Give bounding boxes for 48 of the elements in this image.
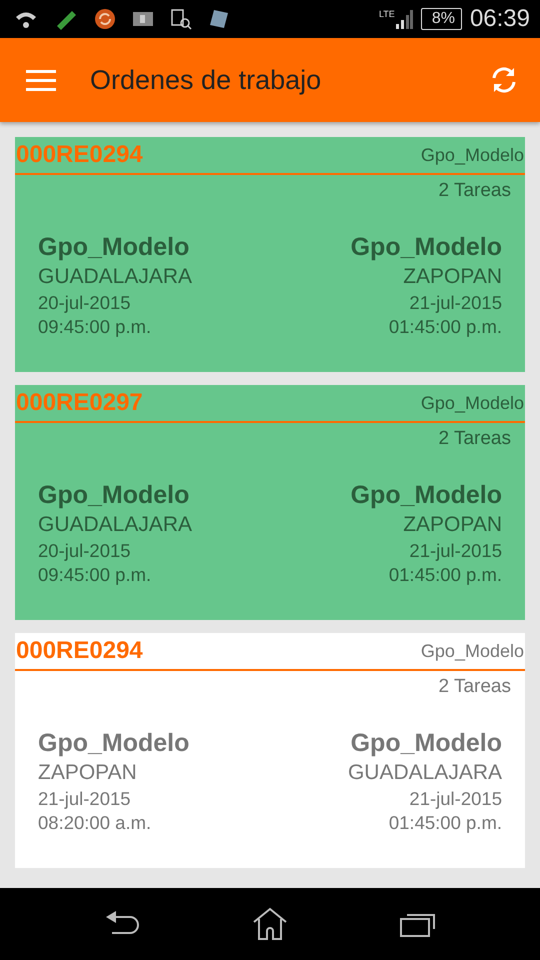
- destination-city: ZAPOPAN: [402, 264, 502, 290]
- origin-city: GUADALAJARA: [38, 512, 192, 538]
- destination-time: 01:45:00 p.m.: [388, 810, 502, 835]
- order-code: 000RE0294: [16, 143, 143, 167]
- destination-name: Gpo_Modelo: [350, 728, 502, 758]
- group-name: Gpo_Modelo: [420, 392, 524, 415]
- origin-time: 08:20:00 a.m.: [38, 810, 152, 835]
- sync-icon: [94, 8, 116, 30]
- origin-date: 20-jul-2015: [38, 290, 132, 315]
- task-count: 2 Tareas: [437, 427, 512, 451]
- recent-apps-icon[interactable]: [400, 911, 436, 937]
- order-card[interactable]: 000RE0297 Gpo_Modelo 2 Tareas Gpo_Modelo GUADALAJARA 20-jul-2015 09:45:00 p.m. Gpo_Modelo ZAPOPAN 21-jul-2015 01:45:00 p.m.: [15, 385, 525, 620]
- signal-icon: [394, 8, 413, 30]
- destination-date: 21-jul-2015: [408, 538, 502, 563]
- network-type: LTE: [378, 8, 395, 21]
- task-count: 2 Tareas: [437, 179, 512, 203]
- refresh-icon[interactable]: [490, 66, 518, 94]
- destination-city: GUADALAJARA: [348, 760, 502, 786]
- origin-time: 09:45:00 p.m.: [38, 562, 152, 587]
- order-card[interactable]: 000RE0294 Gpo_Modelo 2 Tareas Gpo_Modelo ZAPOPAN 21-jul-2015 08:20:00 a.m. Gpo_Modelo GUADALAJARA 21-jul-2015 01:45:00 p.m.: [15, 633, 525, 868]
- screen-title: Ordenes de trabajo: [90, 64, 322, 97]
- destination-name: Gpo_Modelo: [350, 232, 502, 262]
- origin-city: GUADALAJARA: [38, 264, 192, 290]
- device-search-icon: [170, 8, 192, 30]
- destination-city: ZAPOPAN: [402, 512, 502, 538]
- destination-name: Gpo_Modelo: [350, 480, 502, 510]
- origin-time: 09:45:00 p.m.: [38, 314, 152, 339]
- group-name: Gpo_Modelo: [420, 144, 524, 167]
- home-icon[interactable]: [252, 907, 288, 941]
- destination-time: 01:45:00 p.m.: [388, 314, 502, 339]
- destination-time: 01:45:00 p.m.: [388, 562, 502, 587]
- order-code: 000RE0297: [16, 391, 143, 415]
- battery-level: 8%: [420, 8, 462, 30]
- order-card[interactable]: 000RE0294 Gpo_Modelo 2 Tareas Gpo_Modelo GUADALAJARA 20-jul-2015 09:45:00 p.m. Gpo_Modelo ZAPOPAN 21-jul-2015 01:45:00 p.m.: [15, 137, 525, 372]
- group-name: Gpo_Modelo: [420, 640, 524, 663]
- destination-date: 21-jul-2015: [408, 290, 502, 315]
- origin-date: 21-jul-2015: [38, 786, 132, 811]
- order-code: 000RE0294: [16, 639, 143, 663]
- task-count: 2 Tareas: [437, 675, 512, 699]
- origin-date: 20-jul-2015: [38, 538, 132, 563]
- card-icon: [208, 8, 230, 30]
- menu-icon[interactable]: [26, 68, 56, 92]
- clock: 06:39: [470, 4, 530, 34]
- origin-city: ZAPOPAN: [38, 760, 138, 786]
- origin-name: Gpo_Modelo: [38, 480, 190, 510]
- origin-name: Gpo_Modelo: [38, 728, 190, 758]
- origin-name: Gpo_Modelo: [38, 232, 190, 262]
- destination-date: 21-jul-2015: [408, 786, 502, 811]
